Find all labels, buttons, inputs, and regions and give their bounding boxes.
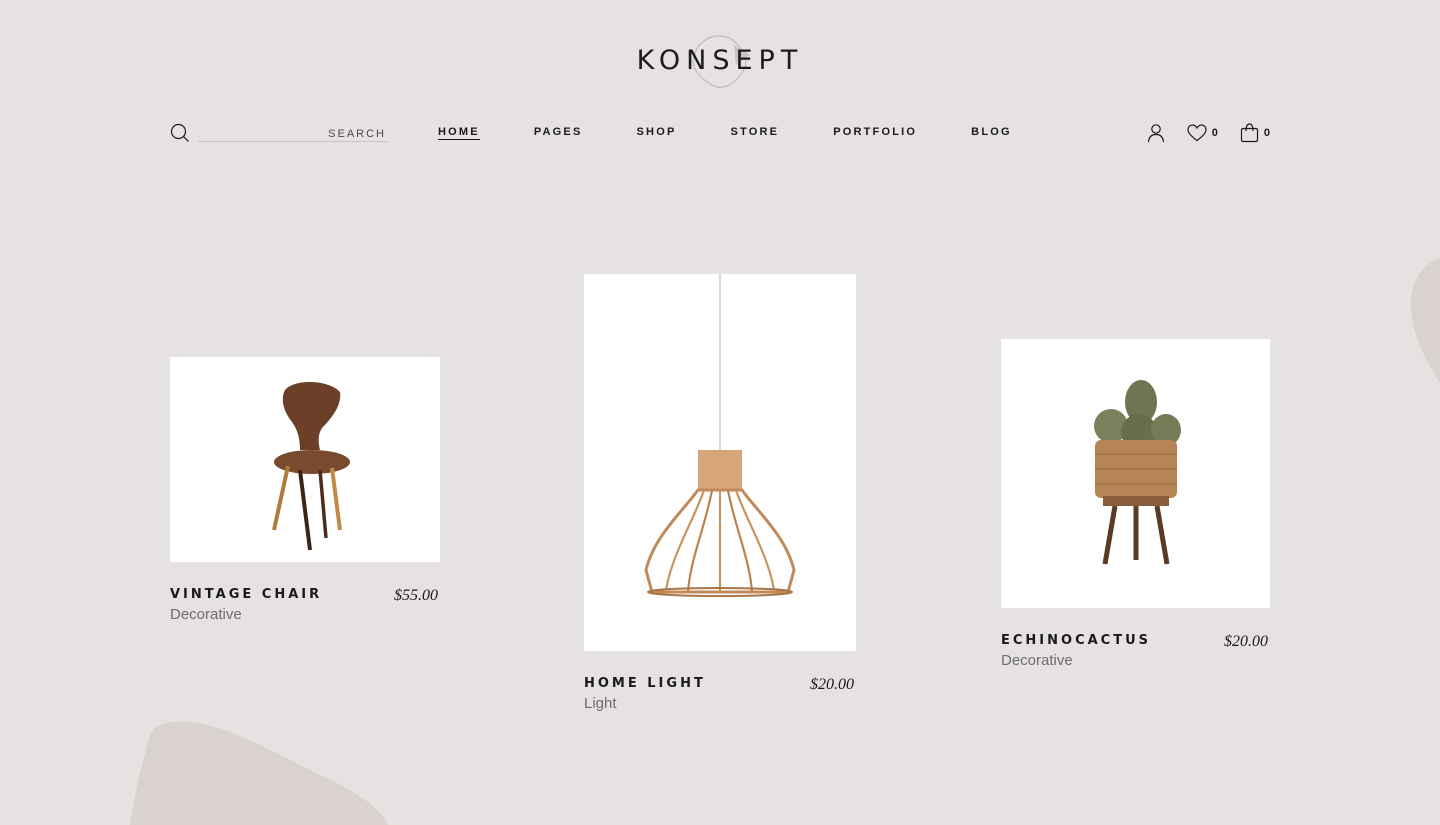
wishlist-button[interactable]: 0 (1187, 124, 1218, 142)
product-image-chair[interactable] (170, 357, 440, 562)
search-placeholder: SEARCH (328, 128, 386, 140)
product-image-cactus[interactable] (1001, 339, 1270, 608)
search-input[interactable]: SEARCH (198, 124, 388, 142)
product-card-echinocactus[interactable]: ECHINOCACTUS Decorative $20.00 (1001, 339, 1270, 669)
cart-icon[interactable] (1240, 123, 1259, 143)
nav-item-home[interactable]: HOME (438, 126, 480, 140)
cart-button[interactable]: 0 (1240, 123, 1270, 143)
product-category[interactable]: Decorative (170, 606, 322, 623)
product-price: $20.00 (810, 676, 854, 693)
heart-icon[interactable] (1187, 124, 1207, 142)
wishlist-count: 0 (1211, 127, 1218, 139)
main-menu: HOME PAGES SHOP STORE PORTFOLIO BLOG (438, 126, 1066, 140)
product-name[interactable]: VINTAGE CHAIR (170, 587, 322, 602)
nav-item-pages[interactable]: PAGES (534, 126, 583, 140)
product-card-home-light[interactable]: HOME LIGHT Light $20.00 (584, 274, 856, 712)
brand-logo[interactable]: KONSEPT (637, 45, 804, 76)
product-image-lamp[interactable] (584, 274, 856, 651)
nav-item-shop[interactable]: SHOP (637, 126, 677, 140)
product-price: $20.00 (1224, 633, 1268, 650)
account-button[interactable] (1147, 123, 1165, 143)
product-info: HOME LIGHT Light $20.00 (584, 676, 856, 712)
product-category[interactable]: Light (584, 695, 706, 712)
cart-count: 0 (1263, 127, 1270, 139)
nav-item-blog[interactable]: BLOG (971, 126, 1012, 140)
lamp-image (644, 274, 796, 597)
product-info: ECHINOCACTUS Decorative $20.00 (1001, 633, 1270, 669)
product-card-vintage-chair[interactable]: VINTAGE CHAIR Decorative $55.00 (170, 357, 440, 623)
product-name[interactable]: HOME LIGHT (584, 676, 706, 691)
header-actions: 0 0 (1125, 123, 1270, 143)
product-price: $55.00 (394, 587, 438, 604)
search-box[interactable]: SEARCH (170, 116, 390, 150)
cactus-image (1093, 379, 1181, 564)
search-icon[interactable] (170, 123, 190, 143)
site-header: KONSEPT (0, 0, 1440, 110)
product-info: VINTAGE CHAIR Decorative $55.00 (170, 587, 440, 623)
decorative-blob-right (1410, 258, 1440, 383)
decorative-blob-bottom (130, 721, 388, 825)
product-category[interactable]: Decorative (1001, 652, 1151, 669)
product-name[interactable]: ECHINOCACTUS (1001, 633, 1151, 648)
user-icon[interactable] (1147, 123, 1165, 143)
nav-item-portfolio[interactable]: PORTFOLIO (833, 126, 917, 140)
main-navbar: SEARCH HOME PAGES SHOP STORE PORTFOLIO B… (170, 116, 1270, 150)
nav-item-store[interactable]: STORE (731, 126, 780, 140)
chair-image (272, 381, 350, 550)
